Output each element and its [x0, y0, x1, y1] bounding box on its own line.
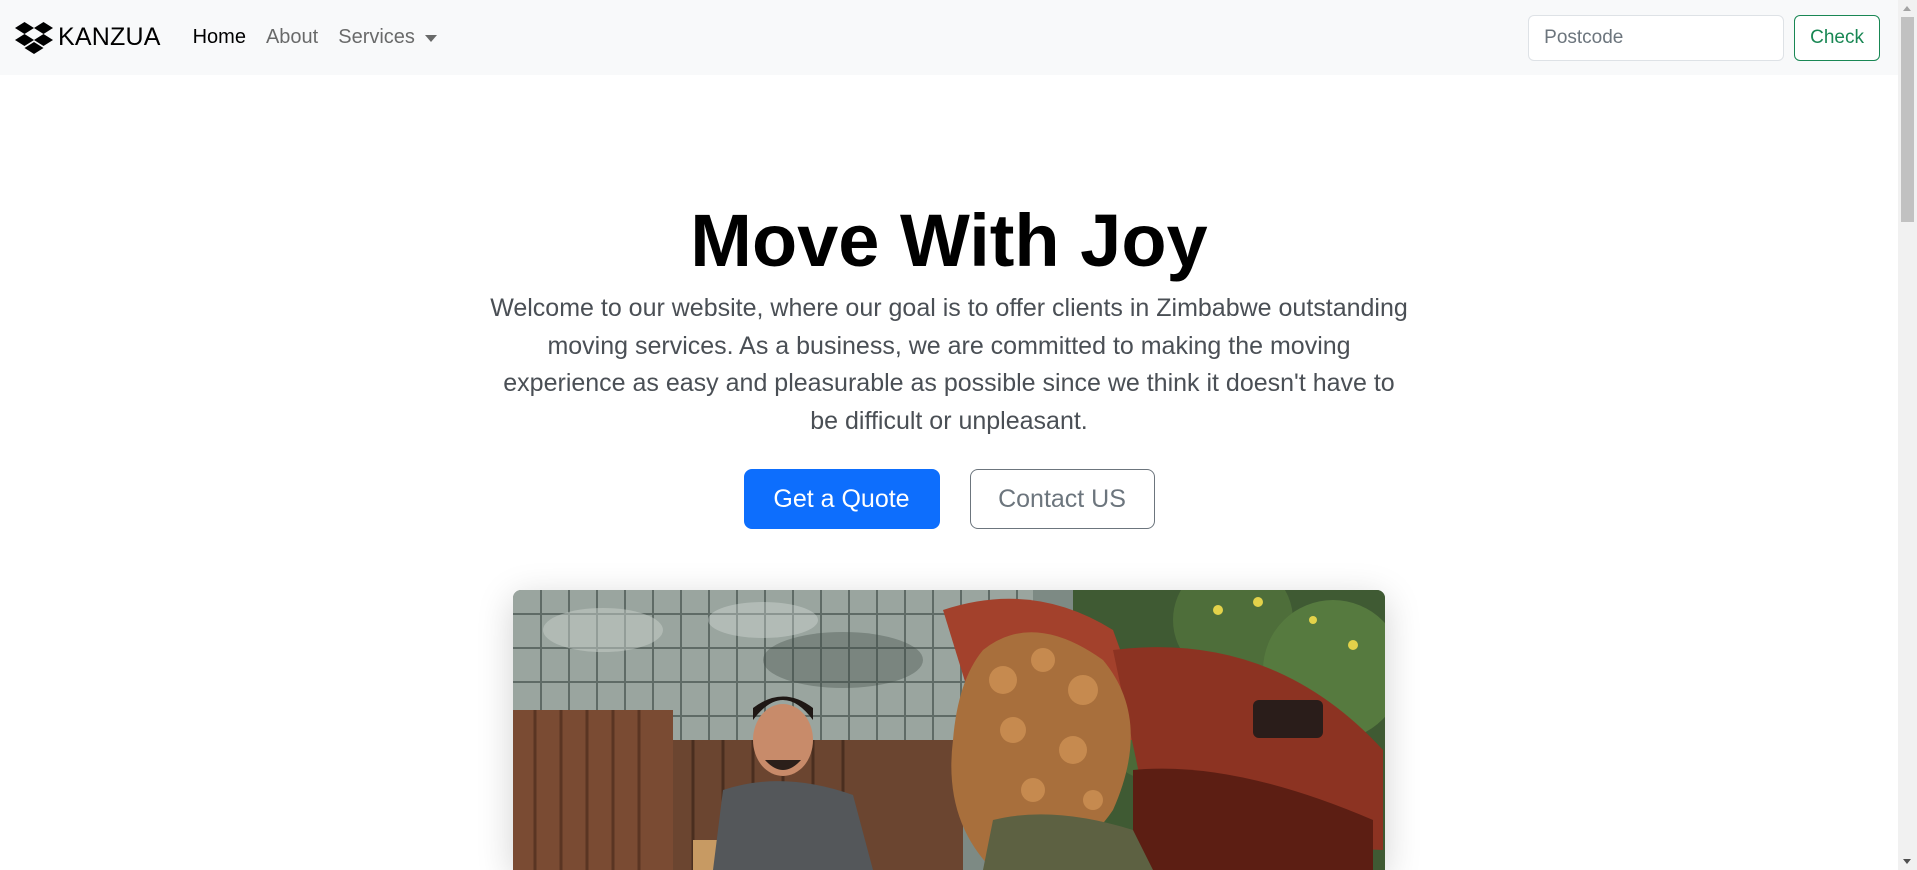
hero-title: Move With Joy [690, 199, 1208, 282]
navbar: KANZUA Home About Services Check [0, 0, 1898, 75]
scroll-down-arrow-icon[interactable] [1903, 859, 1911, 864]
nav-item-services-label: Services [338, 26, 415, 48]
nav-item-home[interactable]: Home [193, 26, 246, 49]
nav-item-about[interactable]: About [266, 26, 318, 49]
hero-image [513, 590, 1385, 870]
scroll-thumb[interactable] [1901, 17, 1914, 222]
postcode-form: Check [1528, 15, 1880, 61]
caret-down-icon [424, 35, 437, 42]
scroll-up-arrow-icon[interactable] [1903, 6, 1911, 11]
hero-lead: Welcome to our website, where our goal i… [490, 294, 1408, 435]
scrollbar[interactable] [1898, 0, 1917, 870]
dropbox-logo-icon [15, 21, 53, 54]
postcode-input[interactable] [1528, 15, 1785, 61]
check-button[interactable]: Check [1794, 15, 1880, 61]
nav-links: Home About Services [183, 26, 447, 49]
nav-item-services-dropdown[interactable]: Services [338, 26, 437, 49]
brand-name: KANZUA [58, 23, 161, 51]
get-quote-button[interactable]: Get a Quote [743, 469, 940, 529]
hero-buttons: Get a Quote Contact US [0, 469, 1898, 529]
contact-us-button[interactable]: Contact US [969, 469, 1155, 529]
brand-link[interactable]: KANZUA [15, 21, 161, 55]
movers-photo-illustration [513, 590, 1385, 870]
